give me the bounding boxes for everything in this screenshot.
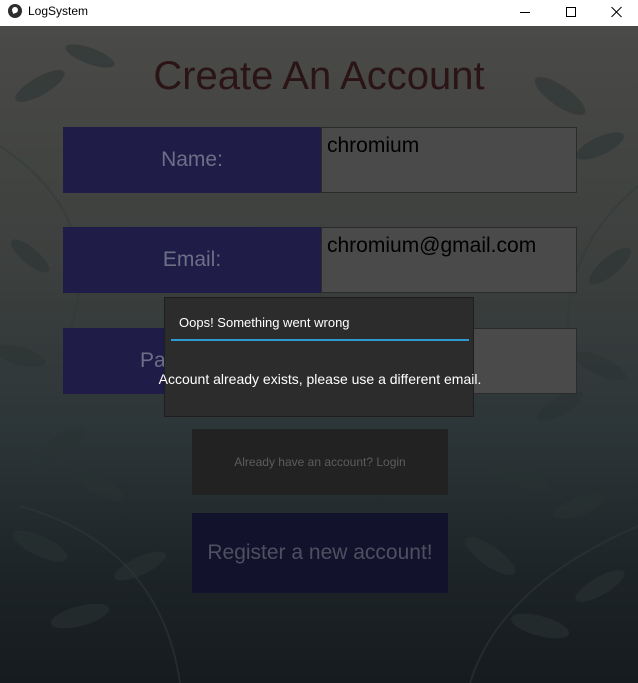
page-title: Create An Account xyxy=(153,54,485,98)
close-button[interactable] xyxy=(594,0,638,24)
popup-separator xyxy=(171,339,469,341)
register-button[interactable]: Register a new account! xyxy=(192,513,448,593)
close-icon xyxy=(611,6,623,18)
window-title: LogSystem xyxy=(28,4,89,18)
minimize-icon xyxy=(520,11,530,13)
popup-title: Oops! Something went wrong xyxy=(179,315,350,330)
maximize-button[interactable] xyxy=(548,0,594,24)
app-content: Create An Account Name: chromium Email: … xyxy=(0,26,638,683)
login-button[interactable]: Already have an account? Login xyxy=(192,429,448,495)
maximize-icon xyxy=(566,7,576,17)
email-input[interactable]: chromium@gmail.com xyxy=(321,227,577,293)
name-label: Name: xyxy=(63,127,321,193)
error-popup: Oops! Something went wrong Account alrea… xyxy=(159,297,481,417)
email-label: Email: xyxy=(63,227,321,293)
minimize-button[interactable] xyxy=(502,0,548,24)
window-titlebar: LogSystem xyxy=(0,0,638,26)
name-input[interactable]: chromium xyxy=(321,127,577,193)
kivy-icon xyxy=(8,4,22,18)
popup-message: Account already exists, please use a dif… xyxy=(158,371,482,387)
